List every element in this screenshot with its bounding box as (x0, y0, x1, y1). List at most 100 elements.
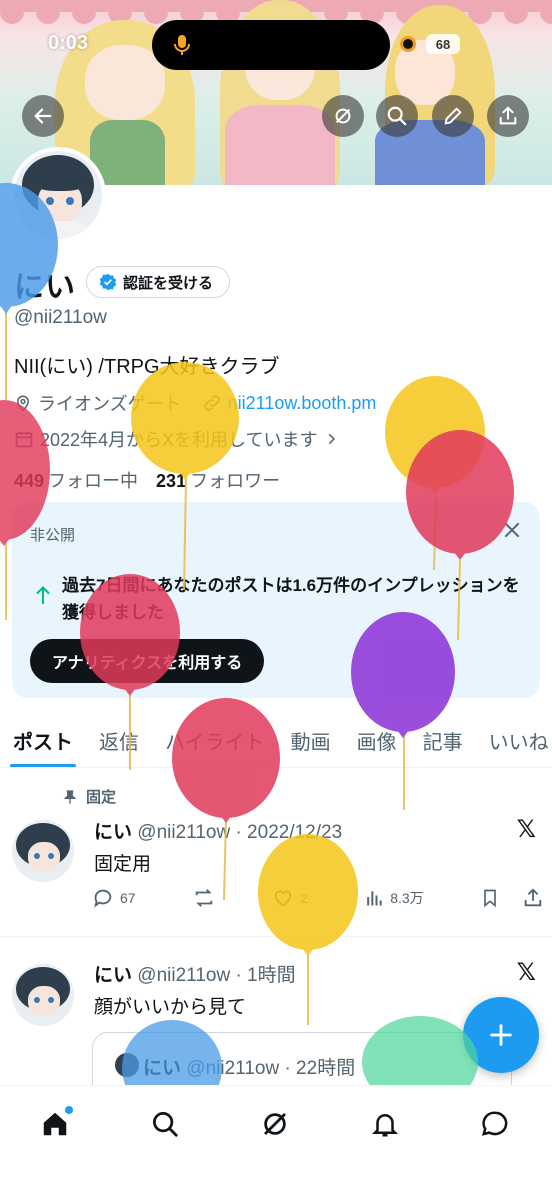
repost-button[interactable] (192, 887, 216, 909)
compose-button[interactable] (463, 997, 539, 1073)
nav-home[interactable] (35, 1104, 75, 1144)
sync-icon (335, 108, 351, 124)
search-icon (387, 106, 407, 126)
share-icon (499, 106, 517, 125)
nav-messages[interactable] (475, 1104, 515, 1144)
nav-notifications[interactable] (365, 1104, 405, 1144)
bookmark-icon[interactable] (480, 887, 500, 909)
post-author-name[interactable]: にい (94, 822, 132, 843)
share-post-icon[interactable] (522, 887, 544, 909)
bottom-navigation (0, 1085, 552, 1200)
following-label: フォロー中 (48, 471, 139, 491)
profile-location: ライオンズゲート (38, 394, 182, 414)
profile-handle: @nii211ow (14, 307, 107, 328)
get-verified-button[interactable]: 認証を受ける (86, 266, 231, 298)
x-logo-icon: 𝕏 (516, 959, 536, 986)
pencil-icon (444, 107, 462, 125)
microphone-icon (174, 35, 190, 55)
pinned-indicator: 固定 (62, 786, 116, 807)
arrow-up-icon (36, 586, 50, 604)
nav-grok[interactable] (255, 1104, 295, 1144)
heart-icon (274, 890, 292, 907)
profile-meta-row: ライオンズゲート nii211ow.booth.pm (14, 390, 376, 416)
post-avatar[interactable] (12, 964, 74, 1026)
avatar-image (14, 151, 102, 239)
plus-icon (490, 1024, 512, 1046)
verified-badge-icon (99, 273, 117, 291)
nav-search[interactable] (145, 1104, 185, 1144)
post-avatar[interactable] (12, 820, 74, 882)
reply-count: 67 (120, 890, 136, 906)
quoted-handle-time: @nii211ow · 22時間 (186, 1058, 356, 1079)
home-icon (43, 1112, 67, 1136)
share-button[interactable] (487, 95, 529, 137)
following-link[interactable]: 449 フォロー中 (14, 467, 138, 493)
pinned-label: 固定 (86, 789, 117, 806)
profile-joined-date: 2022年4月からXを利用しています (40, 430, 318, 450)
tab-articles[interactable]: 記事 (410, 712, 476, 767)
profile-website-link[interactable]: nii211ow.booth.pm (228, 393, 377, 414)
followers-count: 231 (156, 471, 187, 491)
notification-dot (65, 1106, 73, 1114)
pin-icon (63, 789, 77, 804)
banner-illustration-face-1 (85, 45, 165, 120)
back-arrow-icon (34, 108, 52, 124)
post-text: 固定用 (94, 854, 152, 875)
profile-bio: NII(にい) /TRPG大好きクラブ (14, 356, 280, 378)
profile-joined-row[interactable]: 2022年4月からXを利用しています (14, 426, 338, 452)
post-header: にい @nii211ow · 2022/12/23 (94, 817, 342, 844)
back-button[interactable] (22, 95, 64, 137)
tab-media[interactable]: 画像 (344, 712, 410, 767)
battery-icon: 68 (426, 34, 460, 54)
profile-tabs: ポスト 返信 ハイライト 動画 画像 記事 いいね (0, 712, 552, 768)
post-author-name[interactable]: にい (94, 965, 132, 986)
chevron-right-icon (328, 433, 335, 445)
sync-button[interactable] (322, 95, 364, 137)
status-indicators: 68 (400, 34, 460, 54)
recording-indicator-icon (400, 36, 416, 52)
quoted-post-avatar (115, 1053, 139, 1077)
followers-link[interactable]: 231 フォロワー (156, 467, 280, 493)
dynamic-island (152, 20, 390, 70)
status-time: 0:03 (48, 32, 89, 54)
like-count: 2 (300, 890, 308, 906)
follow-stats: 449 フォロー中 231 フォロワー (14, 467, 280, 493)
post-secondary-actions (480, 887, 544, 909)
impressions-message: 過去7日間にあなたのポストは1.6万件のインプレッションを獲得しました (62, 576, 520, 622)
post-handle-time: @nii211ow · 1時間 (137, 965, 296, 986)
quoted-author-name: にい (143, 1058, 182, 1079)
balloon-yellow-lower (258, 834, 358, 1025)
tab-replies[interactable]: 返信 (86, 712, 152, 767)
calendar-icon (15, 431, 33, 448)
views-chart-icon (367, 891, 382, 906)
location-pin-icon (16, 395, 30, 412)
tab-posts[interactable]: ポスト (0, 712, 86, 767)
view-count: 8.3万 (390, 890, 424, 906)
reply-button[interactable]: 67 (92, 887, 136, 909)
profile-name: にい (14, 271, 76, 304)
bell-icon (371, 1114, 399, 1137)
repost-icon (195, 889, 213, 907)
x-logo-icon: 𝕏 (516, 816, 536, 843)
private-analytics-card: 非公開 過去7日間にあなたのポストは1.6万件のインプレッションを獲得しました … (12, 502, 540, 698)
profile-avatar[interactable] (10, 147, 106, 243)
tab-highlights[interactable]: ハイライト (152, 712, 278, 767)
tab-likes[interactable]: いいね (476, 712, 552, 767)
post-divider (0, 936, 552, 937)
use-analytics-button[interactable]: アナリティクスを利用する (30, 639, 265, 683)
following-count: 449 (14, 471, 45, 491)
like-button[interactable]: 2 (272, 887, 308, 909)
post-actions: 67 2 8.3万 (92, 883, 544, 913)
views-button[interactable]: 8.3万 (364, 888, 424, 908)
tab-videos[interactable]: 動画 (278, 712, 344, 767)
post-header: にい @nii211ow · 1時間 (94, 960, 296, 987)
post-text: 顔がいいから見て (94, 997, 247, 1018)
banner-illustration-outfit-2 (225, 105, 335, 185)
post-handle-time: @nii211ow · 2022/12/23 (137, 822, 343, 843)
followers-label: フォロワー (190, 471, 281, 491)
close-icon[interactable] (502, 520, 522, 540)
edit-profile-button[interactable] (432, 95, 474, 137)
search-profile-button[interactable] (376, 95, 418, 137)
quoted-post-header: にい @nii211ow · 22時間 (143, 1053, 355, 1080)
private-label: 非公開 (30, 527, 76, 544)
